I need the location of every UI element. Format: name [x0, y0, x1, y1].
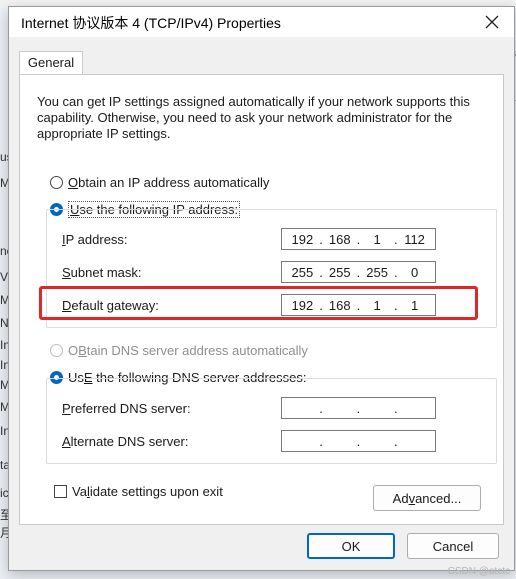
checkbox-label: Validate settings upon exit [72, 484, 223, 499]
ip-address-label: IP address: [62, 232, 128, 247]
dialog-title: Internet 协议版本 4 (TCP/IPv4) Properties [21, 15, 281, 31]
advanced-button[interactable]: Ad v anced... [373, 485, 481, 511]
obtain-ip-automatically-radio[interactable]: Obtain an IP address automatically [50, 175, 269, 190]
ip-address-group: IP address: 192. 168. 1. 112 Subnet mask… [46, 209, 497, 328]
dns-server-group: Preferred DNS server: . . . Alternate DN… [46, 378, 497, 464]
preferred-dns-field[interactable]: . . . [281, 397, 436, 419]
checkbox-unchecked-icon [54, 485, 67, 498]
default-gateway-field[interactable]: 192. 168. 1. 1 [281, 294, 436, 316]
subnet-mask-label: Subnet mask: [62, 265, 142, 280]
alternate-dns-label: Alternate DNS server: [62, 434, 189, 449]
intro-text: You can get IP settings assigned automat… [37, 94, 470, 141]
general-tab-panel: You can get IP settings assigned automat… [19, 74, 504, 525]
ok-button[interactable]: OK [307, 533, 395, 559]
radio-unchecked-icon [50, 176, 63, 189]
obtain-dns-automatically-radio[interactable]: OBtain DNS server address automatically [50, 343, 308, 358]
close-icon [485, 15, 499, 29]
cancel-button[interactable]: Cancel [407, 533, 499, 559]
radio-label: Obtain an IP address automatically [68, 175, 270, 190]
alternate-dns-field[interactable]: . . . [281, 430, 436, 452]
watermark: CSDN @atctc [447, 566, 510, 577]
default-gateway-label: Default gateway: [62, 298, 159, 313]
validate-settings-checkbox[interactable]: Validate settings upon exit [54, 484, 223, 499]
subnet-mask-field[interactable]: 255. 255. 255. 0 [281, 261, 436, 283]
ip-address-field[interactable]: 192. 168. 1. 112 [281, 228, 436, 250]
radio-label: OBtain DNS server address automatically [68, 343, 308, 358]
tab-general[interactable]: General [19, 51, 83, 76]
title-bar: Internet 协议版本 4 (TCP/IPv4) Properties [9, 7, 514, 37]
radio-disabled-icon [50, 344, 63, 357]
tcpip-properties-dialog: Internet 协议版本 4 (TCP/IPv4) Properties Ge… [8, 6, 515, 571]
preferred-dns-label: Preferred DNS server: [62, 401, 191, 416]
close-button[interactable] [470, 7, 514, 37]
